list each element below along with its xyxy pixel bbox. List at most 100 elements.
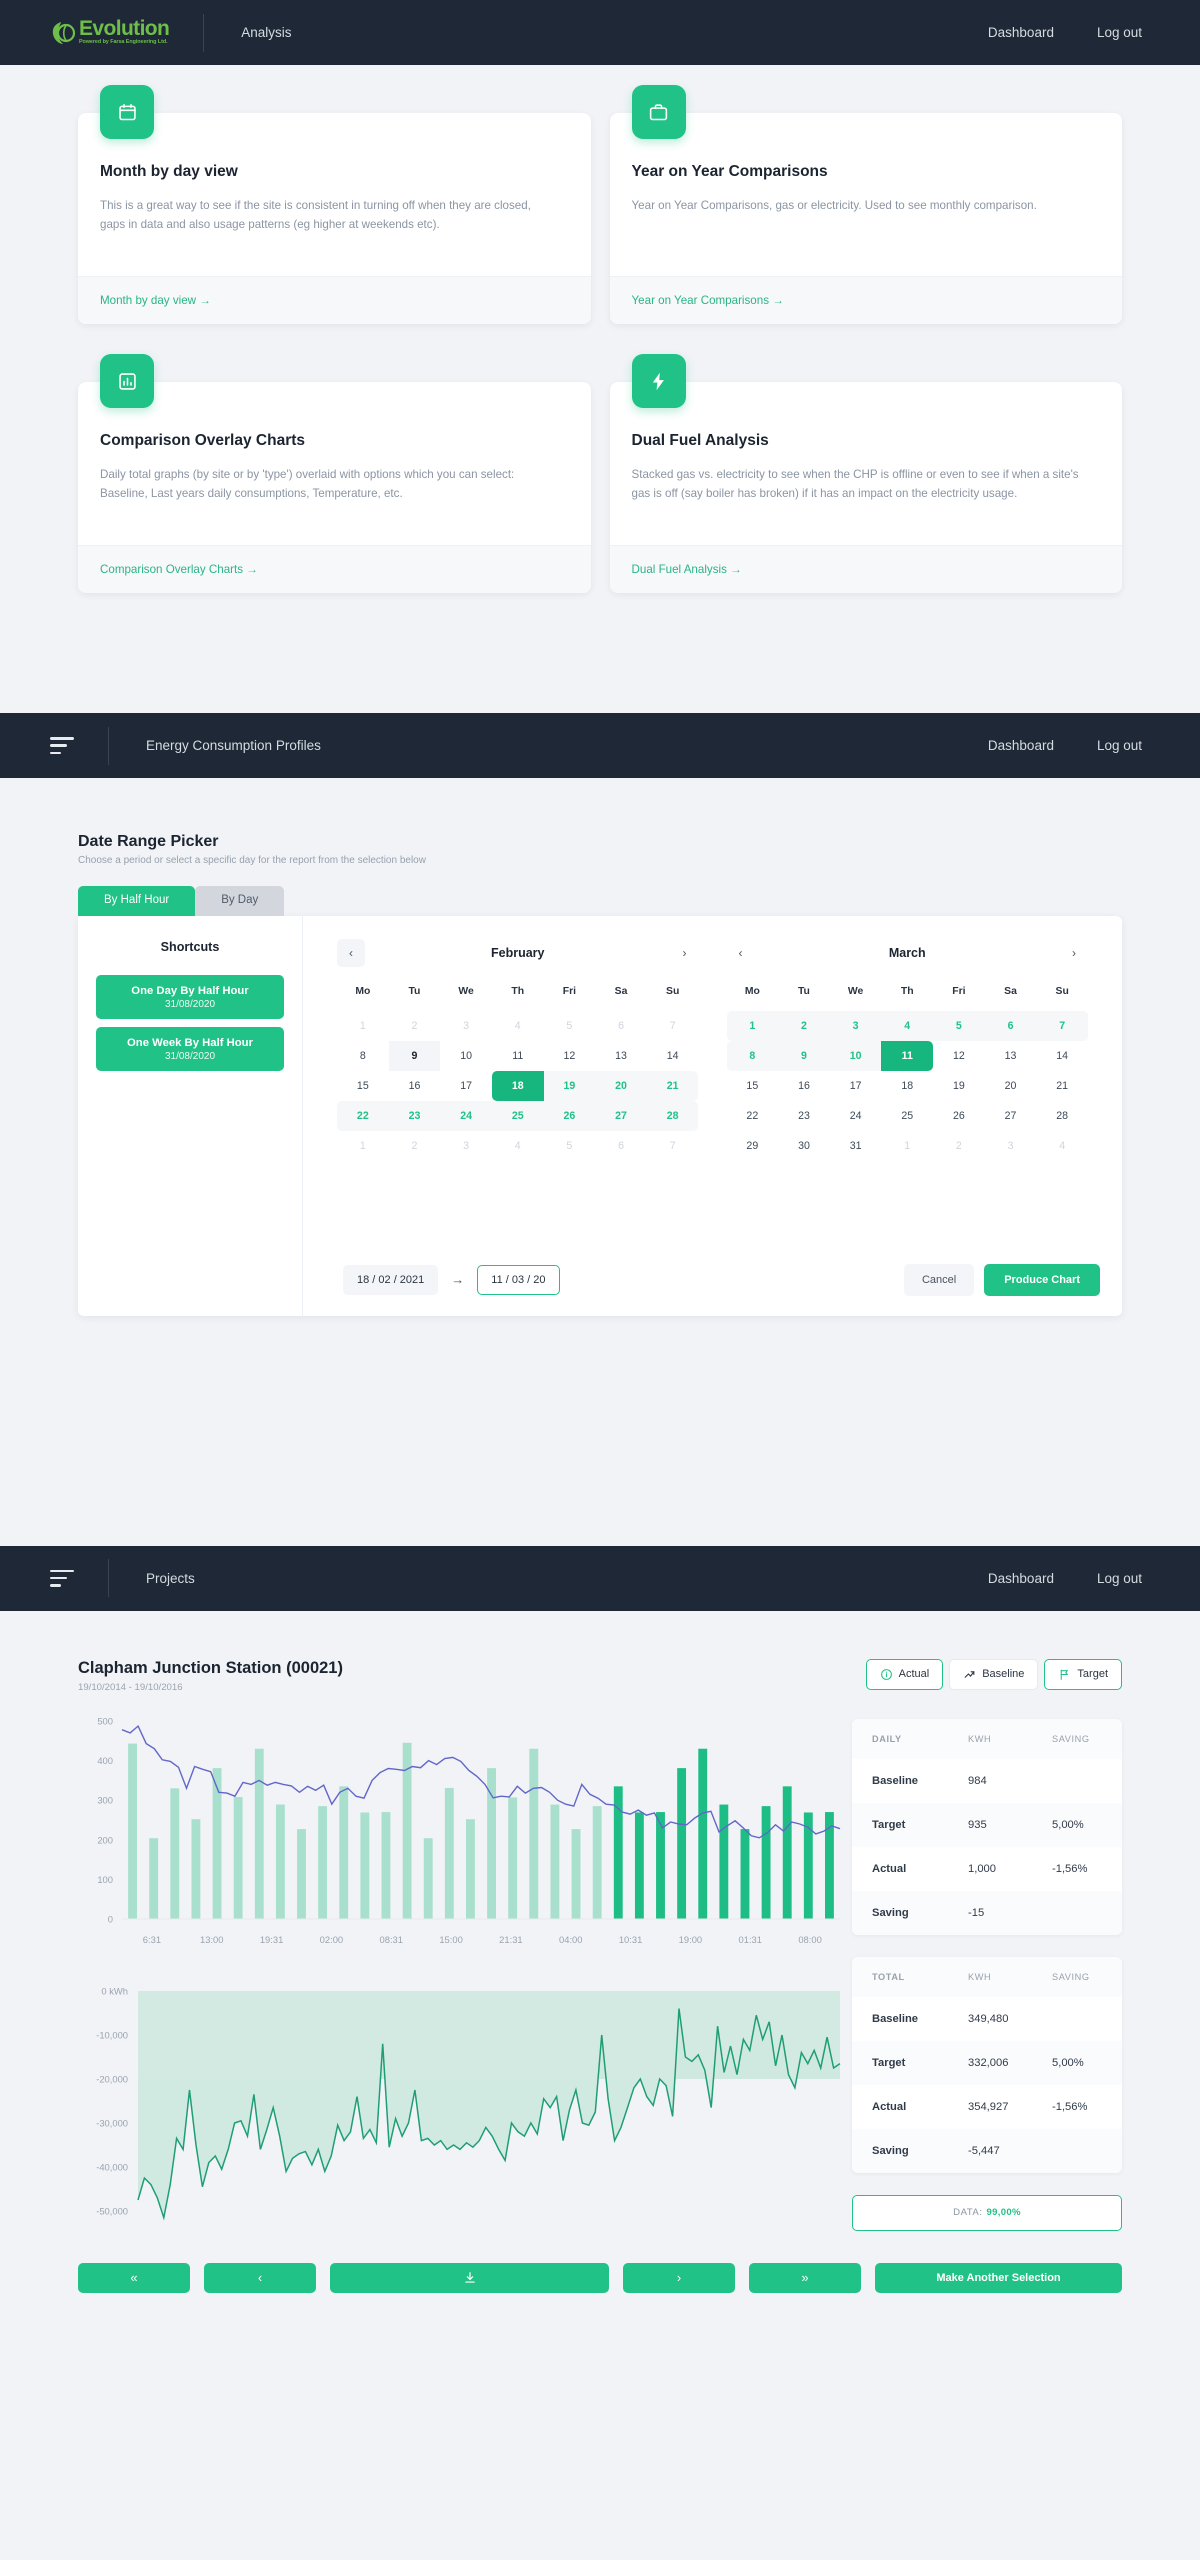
- next-page-button[interactable]: ›: [623, 2262, 735, 2293]
- feature-card-month-by-day[interactable]: Month by day view This is a great way to…: [78, 85, 591, 324]
- chevron-right-icon[interactable]: ›: [1060, 939, 1088, 967]
- tab-by-half-hour[interactable]: By Half Hour: [78, 886, 196, 916]
- chevron-right-icon[interactable]: ›: [671, 939, 699, 967]
- feature-card-footer: Dual Fuel Analysis →: [609, 545, 1122, 593]
- calendar-day[interactable]: 8: [337, 1041, 389, 1071]
- day-of-week-label: Sa: [1004, 985, 1017, 997]
- calendar-day[interactable]: 1: [726, 1010, 779, 1041]
- calendar-day[interactable]: 30: [778, 1131, 830, 1161]
- bar: [360, 1811, 370, 1919]
- calendar-day[interactable]: 18: [881, 1071, 933, 1101]
- cancel-button[interactable]: Cancel: [903, 1263, 975, 1296]
- calendar-day[interactable]: 15: [727, 1071, 779, 1101]
- calendar-day[interactable]: 15: [337, 1071, 389, 1101]
- calendar-day[interactable]: 28: [646, 1100, 699, 1131]
- navbar-right-group: Dashboard Log out: [988, 738, 1142, 753]
- toggle-actual[interactable]: Actual: [865, 1658, 944, 1690]
- hamburger-menu-icon[interactable]: [50, 737, 74, 754]
- shortcut-one-week-by-half-hour[interactable]: One Week By Half Hour 31/08/2020: [96, 1026, 284, 1071]
- calendar-day[interactable]: 2: [778, 1010, 830, 1041]
- row-kwh: 935: [968, 1818, 987, 1831]
- brand-logo[interactable]: Evolution Powered by Farsa Engineering L…: [50, 12, 203, 54]
- calendar-day[interactable]: 26: [543, 1100, 596, 1131]
- calendar-day[interactable]: 7: [1036, 1010, 1088, 1041]
- calendar-day[interactable]: 13: [595, 1041, 647, 1071]
- bar: [212, 1767, 222, 1919]
- chevron-left-icon[interactable]: ‹: [727, 939, 755, 967]
- calendar-day[interactable]: 21: [646, 1070, 699, 1101]
- calendar-day[interactable]: 17: [830, 1071, 882, 1101]
- calendar-day[interactable]: 8: [726, 1040, 779, 1071]
- calendar-day[interactable]: 24: [440, 1100, 492, 1131]
- calendar-day[interactable]: 11: [881, 1040, 934, 1071]
- calendar-day[interactable]: 3: [829, 1010, 882, 1041]
- feature-card-link[interactable]: Comparison Overlay Charts →: [100, 563, 258, 576]
- calendar-day[interactable]: 5: [933, 1010, 985, 1041]
- calendar-day[interactable]: 20: [595, 1070, 647, 1101]
- nav-link-dashboard[interactable]: Dashboard: [988, 25, 1054, 40]
- nav-link-dashboard[interactable]: Dashboard: [988, 738, 1054, 753]
- calendar-day[interactable]: 29: [727, 1131, 779, 1161]
- calendar-day[interactable]: 22: [727, 1101, 779, 1131]
- calendar-day: 2: [955, 1139, 962, 1152]
- feature-card-comparison-overlay[interactable]: Comparison Overlay Charts Daily total gr…: [78, 354, 591, 593]
- calendar-day[interactable]: 24: [830, 1101, 882, 1131]
- nav-link-logout[interactable]: Log out: [1097, 1571, 1142, 1586]
- calendar-day[interactable]: 19: [543, 1070, 596, 1101]
- calendar-day[interactable]: 16: [778, 1071, 830, 1101]
- calendar-day[interactable]: 27: [595, 1100, 647, 1131]
- calendar-day[interactable]: 9: [388, 1040, 441, 1071]
- produce-chart-button[interactable]: Produce Chart: [984, 1263, 1100, 1296]
- last-page-button[interactable]: »: [749, 2262, 861, 2293]
- feature-card-link[interactable]: Year on Year Comparisons →: [632, 294, 784, 307]
- calendar-day[interactable]: 23: [778, 1101, 830, 1131]
- download-button[interactable]: [330, 2262, 609, 2293]
- feature-card-link[interactable]: Dual Fuel Analysis →: [632, 563, 742, 576]
- nav-link-dashboard[interactable]: Dashboard: [988, 1571, 1054, 1586]
- calendar-day[interactable]: 21: [1036, 1071, 1088, 1101]
- calendar-day[interactable]: 31: [830, 1131, 882, 1161]
- toggle-target[interactable]: Target: [1044, 1658, 1122, 1690]
- calendar-day[interactable]: 12: [544, 1041, 596, 1071]
- calendar-day[interactable]: 25: [881, 1101, 933, 1131]
- feature-card-link[interactable]: Month by day view →: [100, 294, 211, 307]
- calendar-day[interactable]: 22: [337, 1100, 389, 1131]
- calendar-day[interactable]: 10: [829, 1040, 882, 1071]
- calendar-day[interactable]: 13: [985, 1041, 1037, 1071]
- nav-link-logout[interactable]: Log out: [1097, 25, 1142, 40]
- calendar-day[interactable]: 4: [881, 1010, 934, 1041]
- calendar-day[interactable]: 19: [933, 1071, 985, 1101]
- prev-page-button[interactable]: ‹: [204, 2262, 316, 2293]
- calendar-day[interactable]: 17: [440, 1071, 492, 1101]
- calendar-day[interactable]: 10: [440, 1041, 492, 1071]
- calendar-day[interactable]: 14: [647, 1041, 699, 1071]
- row-kwh: 354,927: [968, 2100, 1009, 2113]
- feature-card-year-on-year[interactable]: Year on Year Comparisons Year on Year Co…: [609, 85, 1122, 324]
- calendar-day[interactable]: 20: [985, 1071, 1037, 1101]
- calendar-day[interactable]: 16: [389, 1071, 441, 1101]
- nav-link-logout[interactable]: Log out: [1097, 738, 1142, 753]
- calendar-day[interactable]: 12: [933, 1041, 985, 1071]
- hamburger-menu-icon[interactable]: [50, 1569, 74, 1587]
- calendar-day[interactable]: 23: [388, 1100, 441, 1131]
- brand-tagline: Powered by Farsa Engineering Ltd.: [79, 39, 168, 45]
- feature-card-dual-fuel[interactable]: Dual Fuel Analysis Stacked gas vs. elect…: [609, 354, 1122, 593]
- start-date-input[interactable]: 18 / 02 / 2021: [343, 1264, 439, 1295]
- calendar-day[interactable]: 25: [491, 1100, 544, 1131]
- toggle-baseline[interactable]: Baseline: [949, 1658, 1039, 1690]
- tab-by-day[interactable]: By Day: [195, 886, 285, 916]
- first-page-button[interactable]: «: [78, 2262, 190, 2293]
- chevron-left-icon[interactable]: ‹: [337, 938, 365, 967]
- make-another-selection-button[interactable]: Make Another Selection: [875, 2262, 1122, 2293]
- calendar-day[interactable]: 11: [492, 1041, 544, 1071]
- calendar-day[interactable]: 28: [1036, 1101, 1088, 1131]
- end-date-input[interactable]: 11 / 03 / 20: [477, 1264, 560, 1295]
- trend-up-icon: [963, 1668, 976, 1681]
- calendar-day[interactable]: 18: [491, 1070, 544, 1101]
- calendar-day[interactable]: 14: [1036, 1041, 1088, 1071]
- calendar-day[interactable]: 26: [933, 1101, 985, 1131]
- shortcut-one-day-by-half-hour[interactable]: One Day By Half Hour 31/08/2020: [96, 974, 284, 1019]
- calendar-day[interactable]: 27: [985, 1101, 1037, 1131]
- calendar-day[interactable]: 9: [778, 1040, 830, 1071]
- calendar-day[interactable]: 6: [984, 1010, 1037, 1041]
